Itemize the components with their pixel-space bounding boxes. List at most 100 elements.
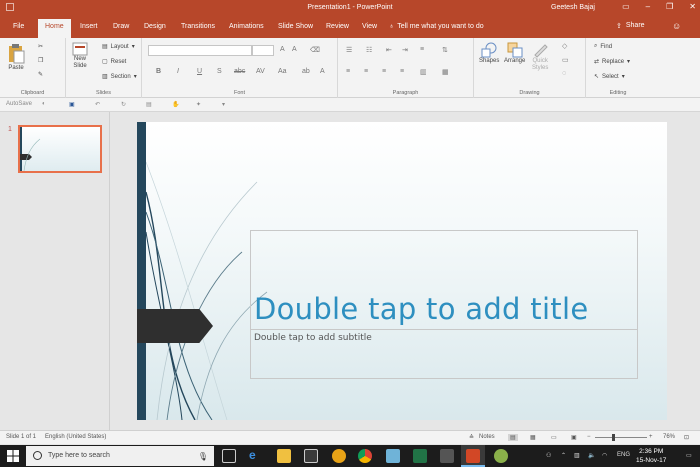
tab-file[interactable]: File — [13, 23, 24, 30]
section-button[interactable]: ▥ Section ▾ — [102, 73, 137, 81]
file-explorer-icon[interactable] — [277, 449, 291, 463]
change-case-button[interactable]: Aa — [278, 68, 287, 75]
language-indicator[interactable]: ENG — [617, 452, 630, 458]
microphone-icon[interactable]: 🎙 — [198, 452, 208, 461]
shape-fill-icon[interactable]: ◇ — [562, 42, 567, 50]
cut-icon[interactable]: ✂ — [38, 43, 43, 50]
bullets-icon[interactable]: ☰ — [346, 46, 352, 54]
line-spacing-icon[interactable]: ≡ — [420, 46, 424, 53]
grow-font-icon[interactable]: A — [280, 46, 285, 53]
tab-insert[interactable]: Insert — [80, 23, 98, 30]
undo-icon[interactable]: ↶ — [95, 101, 100, 108]
people-icon[interactable]: ⚇ — [546, 452, 551, 459]
tab-home[interactable]: Home — [38, 19, 71, 38]
autosave-switch-icon[interactable]: ◐ — [42, 101, 46, 107]
shadow-button[interactable]: S — [217, 68, 222, 75]
task-view-icon[interactable] — [222, 449, 236, 463]
slideshow-icon[interactable]: ▣ — [571, 434, 577, 441]
fit-slide-icon[interactable]: ⊡ — [684, 434, 689, 441]
volume-icon[interactable]: 🔈 — [588, 452, 595, 459]
increase-indent-icon[interactable]: ⇥ — [402, 46, 408, 54]
share-button[interactable]: ⇪ Share — [616, 22, 645, 30]
align-center-icon[interactable]: ≡ — [364, 68, 368, 75]
italic-button[interactable]: I — [177, 68, 179, 75]
tab-view[interactable]: View — [362, 23, 377, 30]
maximize-button[interactable]: ❐ — [666, 2, 673, 11]
app-icon[interactable] — [386, 449, 400, 463]
shrink-font-icon[interactable]: A — [292, 46, 297, 53]
char-spacing-button[interactable]: AV — [256, 68, 265, 75]
replace-button[interactable]: ⇄ Replace ▾ — [594, 58, 630, 66]
edge-icon[interactable]: e — [249, 448, 263, 462]
smiley-icon[interactable]: ☺ — [672, 21, 681, 31]
tell-me-box[interactable]: ♁ Tell me what you want to do — [389, 23, 484, 30]
zoom-in-button[interactable]: + — [649, 434, 653, 440]
network-icon[interactable]: ▥ — [574, 452, 580, 459]
columns-icon[interactable]: ▥ — [420, 68, 427, 76]
store-icon[interactable] — [304, 449, 318, 463]
normal-view-icon[interactable]: ▤ — [508, 434, 518, 441]
find-button[interactable]: ⌕ Find — [594, 43, 612, 50]
autosave-toggle[interactable]: AutoSave — [6, 101, 32, 107]
zoom-slider-handle[interactable] — [612, 434, 615, 441]
layout-button[interactable]: ▤ Layout ▾ — [102, 43, 135, 51]
save-icon[interactable]: ▣ — [69, 101, 75, 108]
align-left-icon[interactable]: ≡ — [346, 68, 350, 75]
language-indicator[interactable]: English (United States) — [45, 434, 106, 440]
slide-sorter-icon[interactable]: ▦ — [530, 434, 536, 441]
font-size-input[interactable] — [252, 45, 274, 56]
taskbar-search-box[interactable]: Type here to search 🎙 — [26, 446, 214, 466]
zoom-level[interactable]: 76% — [663, 434, 675, 440]
arrange-button[interactable]: Arrange — [504, 42, 525, 65]
app-icon[interactable] — [494, 449, 508, 463]
start-from-beginning-icon[interactable]: ▤ — [146, 101, 152, 108]
customize-icon[interactable]: ✦ — [196, 101, 201, 108]
tab-review[interactable]: Review — [326, 23, 349, 30]
numbering-icon[interactable]: ☷ — [366, 46, 372, 54]
copy-icon[interactable]: ❐ — [38, 57, 43, 64]
redo-icon[interactable]: ↻ — [121, 101, 126, 108]
chrome-icon[interactable] — [358, 449, 372, 463]
powerpoint-taskbar-button[interactable] — [461, 445, 485, 467]
wifi-icon[interactable]: ◠ — [602, 452, 607, 459]
zoom-out-button[interactable]: − — [587, 434, 591, 440]
tab-slide-show[interactable]: Slide Show — [278, 23, 313, 30]
align-right-icon[interactable]: ≡ — [382, 68, 386, 75]
select-button[interactable]: ↖ Select ▾ — [594, 73, 625, 81]
user-name[interactable]: Geetesh Bajaj — [551, 4, 595, 11]
underline-button[interactable]: U — [197, 68, 202, 75]
bold-button[interactable]: B — [156, 68, 161, 75]
ribbon-display-icon[interactable]: ▭ — [622, 2, 630, 11]
decrease-indent-icon[interactable]: ⇤ — [386, 46, 392, 54]
highlight-icon[interactable]: ab — [302, 68, 310, 75]
tab-transitions[interactable]: Transitions — [181, 23, 215, 30]
windows-start-icon[interactable] — [7, 450, 19, 462]
clock[interactable]: 2:36 PM 15-Nov-17 — [636, 447, 666, 465]
chevron-down-icon[interactable]: ▾ — [222, 101, 225, 108]
text-direction-icon[interactable]: ⇅ — [442, 46, 448, 54]
smartart-icon[interactable]: ▦ — [442, 68, 449, 76]
slide-canvas[interactable]: Double tap to add title Double tap to ad… — [137, 122, 667, 420]
new-slide-button[interactable]: New Slide — [72, 42, 88, 70]
shape-outline-icon[interactable]: ▭ — [562, 56, 569, 64]
subtitle-placeholder-text[interactable]: Double tap to add subtitle — [254, 333, 372, 343]
excel-icon[interactable] — [413, 449, 427, 463]
title-placeholder-text[interactable]: Double tap to add title — [254, 292, 588, 326]
reset-button[interactable]: ▢ Reset — [102, 58, 126, 66]
notes-icon[interactable]: ≙ — [469, 434, 474, 441]
shape-effects-icon[interactable]: ◌ — [562, 70, 566, 77]
format-painter-icon[interactable]: ✎ — [38, 71, 43, 78]
minimize-button[interactable]: – — [646, 2, 650, 11]
paste-button[interactable]: Paste — [7, 43, 25, 72]
tab-draw[interactable]: Draw — [113, 23, 129, 30]
shapes-button[interactable]: Shapes — [479, 42, 499, 65]
close-button[interactable]: ✕ — [689, 2, 696, 11]
notes-button[interactable]: Notes — [479, 434, 495, 440]
clear-format-icon[interactable]: ⌫ — [310, 46, 320, 54]
reading-view-icon[interactable]: ▭ — [551, 434, 557, 441]
app-icon[interactable] — [332, 449, 346, 463]
notifications-icon[interactable]: ▭ — [686, 452, 692, 459]
zoom-slider[interactable] — [595, 437, 647, 438]
font-color-icon[interactable]: A — [320, 68, 325, 75]
font-name-input[interactable] — [148, 45, 252, 56]
